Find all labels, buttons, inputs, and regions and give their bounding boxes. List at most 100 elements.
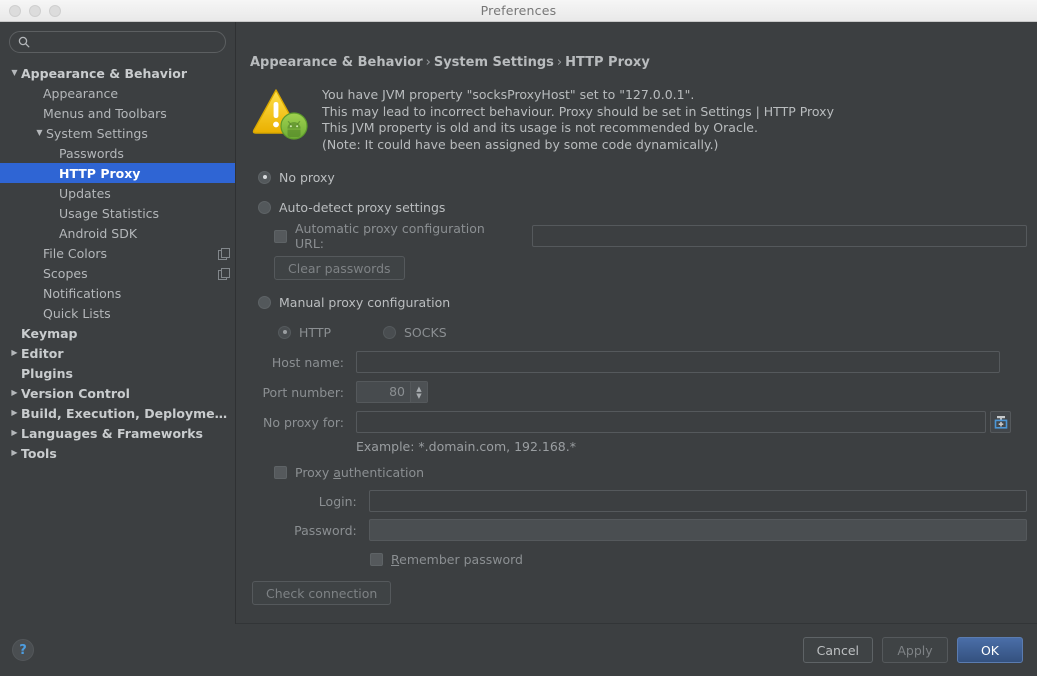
no-proxy-option[interactable]: No proxy [258, 166, 1027, 188]
sidebar-item-http-proxy[interactable]: HTTP Proxy [0, 163, 235, 183]
sidebar-item-menus-and-toolbars[interactable]: Menus and Toolbars [0, 103, 235, 123]
chevron-right-icon[interactable]: ▶ [8, 409, 21, 417]
breadcrumb: Appearance & Behavior › System Settings › HT… [250, 55, 1027, 70]
sidebar-item-notifications[interactable]: Notifications [0, 283, 235, 303]
sidebar-item-android-sdk[interactable]: Android SDK [0, 223, 235, 243]
sidebar-item-build-execution-deployment[interactable]: ▶ Build, Execution, Deployment [0, 403, 235, 423]
question-mark-icon[interactable]: ? [12, 639, 34, 661]
breadcrumb-part-1[interactable]: Appearance & Behavior [250, 55, 423, 70]
apply-button[interactable]: Apply [882, 637, 948, 663]
check-connection-row: Check connection [252, 581, 1027, 605]
warning-line-4: (Note: It could have been assigned by so… [322, 136, 719, 152]
sidebar-item-editor[interactable]: ▶ Editor [0, 343, 235, 363]
port-number-value[interactable]: 80 [357, 382, 410, 402]
copy-settings-icon[interactable] [218, 267, 230, 280]
proxy-authentication-label: Proxy authentication [295, 465, 424, 480]
window-titlebar: Preferences [0, 0, 1037, 22]
chevron-down-icon[interactable]: ▼ [33, 129, 46, 137]
sidebar-item-keymap[interactable]: Keymap [0, 323, 235, 343]
sidebar-item-languages-frameworks[interactable]: ▶ Languages & Frameworks [0, 423, 235, 443]
sidebar-item-label: Editor [21, 345, 64, 361]
clear-passwords-button[interactable]: Clear passwords [274, 256, 405, 280]
login-input[interactable] [368, 490, 1027, 512]
auto-config-url-input[interactable] [531, 225, 1027, 247]
no-proxy-radio[interactable] [258, 170, 271, 184]
no-proxy-for-input[interactable] [356, 411, 986, 433]
stepper-up-icon[interactable]: ▲ [416, 385, 421, 392]
copy-settings-icon[interactable] [218, 247, 230, 260]
stepper-down-icon[interactable]: ▼ [416, 392, 421, 399]
remember-password-row[interactable]: Remember password [250, 548, 1027, 570]
sidebar-item-label: Scopes [43, 265, 88, 281]
proxy-authentication-row[interactable]: Proxy authentication [274, 461, 1027, 483]
sidebar-item-usage-statistics[interactable]: Usage Statistics [0, 203, 235, 223]
chevron-down-icon[interactable]: ▼ [8, 69, 21, 77]
remember-password-label-post: emember password [399, 551, 523, 567]
chevron-right-icon[interactable]: ▶ [8, 429, 21, 437]
warning-triangle-android-icon [252, 84, 310, 140]
sidebar-item-appearance[interactable]: Appearance [0, 83, 235, 103]
sidebar-item-quick-lists[interactable]: Quick Lists [0, 303, 235, 323]
chevron-right-icon[interactable]: ▶ [8, 389, 21, 397]
search-input[interactable] [36, 35, 217, 49]
sidebar-item-plugins[interactable]: Plugins [0, 363, 235, 383]
sidebar-item-label: Updates [59, 185, 111, 201]
host-name-row: Host name: [250, 351, 1027, 373]
cancel-button[interactable]: Cancel [802, 637, 873, 663]
search-wrapper [0, 28, 235, 61]
password-row: Password: [250, 519, 1027, 541]
port-number-arrows[interactable]: ▲ ▼ [410, 382, 427, 402]
warning-line-1: You have JVM property "socksProxyHost" s… [322, 87, 695, 102]
manual-proxy-radio[interactable] [258, 295, 271, 309]
port-number-stepper[interactable]: 80 ▲ ▼ [356, 381, 428, 403]
auto-detect-option[interactable]: Auto-detect proxy settings [258, 196, 1027, 218]
search-box[interactable] [9, 31, 226, 53]
host-name-input[interactable] [356, 351, 1000, 373]
no-proxy-label: No proxy [279, 169, 335, 185]
breadcrumb-part-2[interactable]: System Settings [434, 55, 554, 70]
http-radio[interactable] [278, 325, 291, 339]
remember-password-mnemonic: R [391, 551, 400, 567]
clear-passwords-row: Clear passwords [274, 256, 1027, 280]
sidebar-item-label: Appearance & Behavior [21, 65, 187, 81]
settings-sidebar: ▼ Appearance & Behavior Appearance Menus an… [0, 22, 236, 624]
auto-config-url-checkbox[interactable] [274, 229, 287, 243]
sidebar-item-label: Usage Statistics [59, 205, 160, 221]
manual-proxy-option[interactable]: Manual proxy configuration [258, 291, 1027, 313]
ok-button[interactable]: OK [957, 637, 1023, 663]
sidebar-item-tools[interactable]: ▶ Tools [0, 443, 235, 463]
sidebar-item-label: File Colors [43, 245, 108, 261]
remember-password-checkbox[interactable] [370, 552, 383, 566]
proxy-authentication-checkbox[interactable] [274, 465, 287, 479]
chevron-right-icon[interactable]: ▶ [8, 449, 21, 457]
sidebar-item-file-colors[interactable]: File Colors [0, 243, 235, 263]
sidebar-item-appearance-behavior[interactable]: ▼ Appearance & Behavior [0, 63, 235, 83]
socks-radio[interactable] [383, 325, 396, 339]
sidebar-item-label: Quick Lists [43, 305, 111, 321]
login-label: Login: [318, 493, 357, 509]
sidebar-item-label: System Settings [46, 125, 148, 141]
password-input[interactable] [368, 519, 1027, 541]
breadcrumb-separator-1: › [425, 55, 431, 70]
settings-content: Appearance & Behavior › System Settings › HT… [236, 22, 1037, 624]
check-connection-button[interactable]: Check connection [252, 581, 392, 605]
auto-detect-radio[interactable] [258, 200, 271, 214]
auto-config-url-row: Automatic proxy configuration URL: [274, 221, 1027, 251]
breadcrumb-separator-2: › [556, 55, 563, 70]
warning-line-2: This may lead to incorrect behaviour. Pr… [322, 103, 834, 119]
chevron-right-icon[interactable]: ▶ [8, 349, 21, 357]
sidebar-item-scopes[interactable]: Scopes [0, 263, 235, 283]
manual-proxy-label: Manual proxy configuration [279, 294, 451, 310]
sidebar-item-version-control[interactable]: ▶ Version Control [0, 383, 235, 403]
sidebar-item-updates[interactable]: Updates [0, 183, 235, 203]
host-name-label: Host name: [271, 354, 344, 370]
no-proxy-for-label: No proxy for: [263, 414, 344, 430]
http-label: HTTP [299, 324, 331, 340]
search-icon [18, 33, 30, 52]
sidebar-item-passwords[interactable]: Passwords [0, 143, 235, 163]
expand-editor-icon[interactable] [990, 411, 1011, 433]
sidebar-item-system-settings[interactable]: ▼ System Settings [0, 123, 235, 143]
dialog-bottom-bar: ? Cancel Apply OK [0, 624, 1037, 676]
sidebar-item-label: Menus and Toolbars [43, 105, 167, 121]
protocol-row: HTTP SOCKS [278, 321, 1027, 343]
